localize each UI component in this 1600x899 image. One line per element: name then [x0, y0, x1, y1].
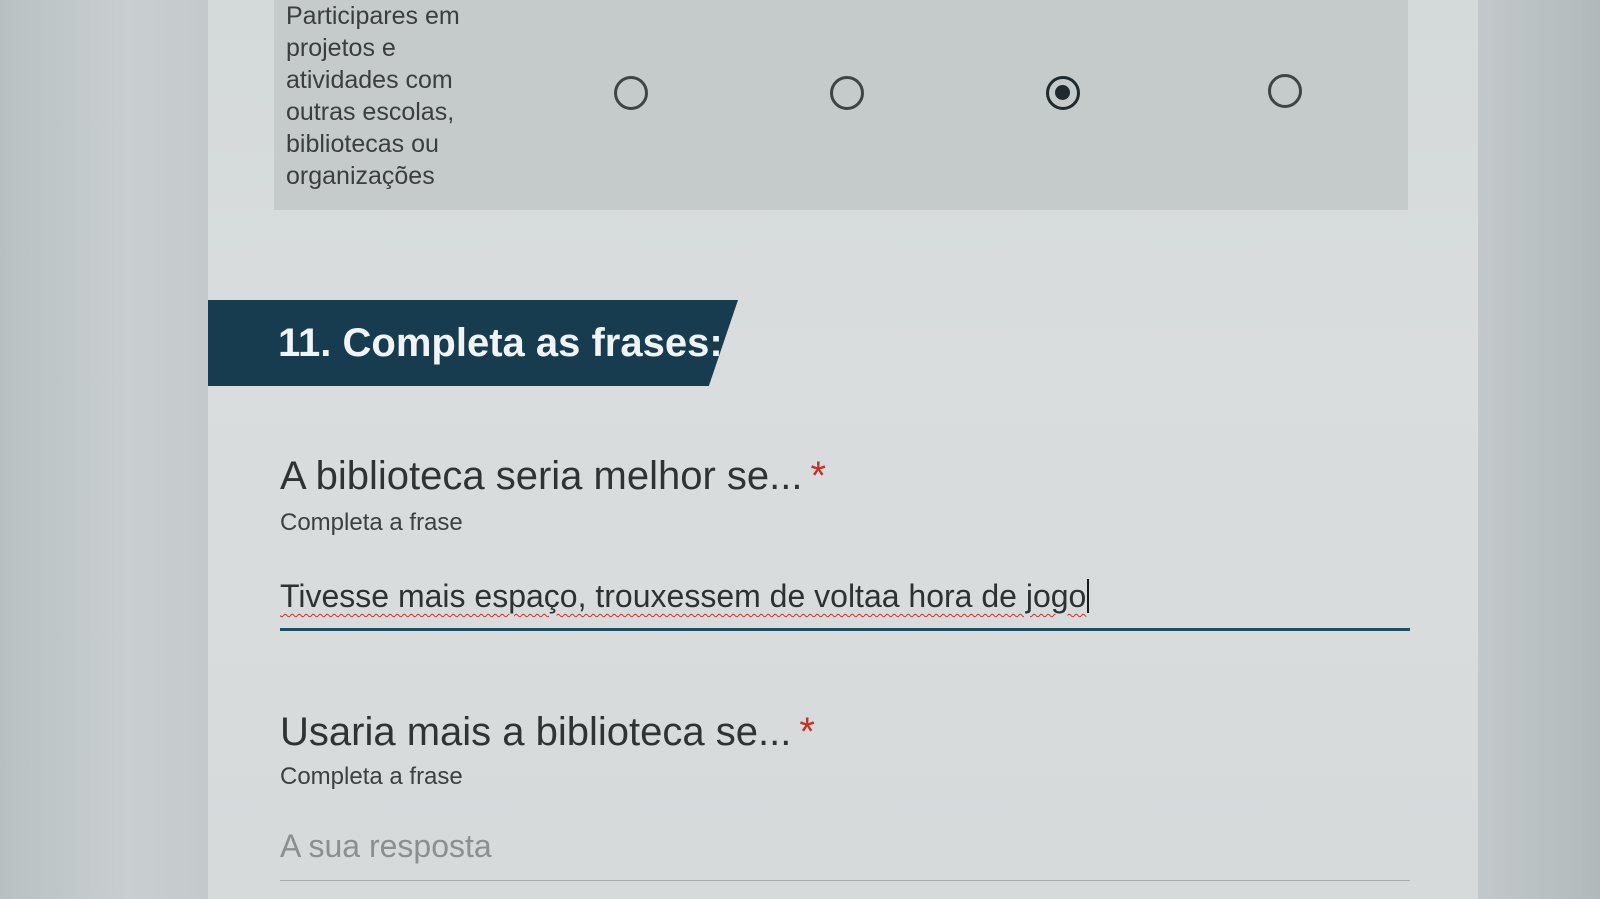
question-1-input-underline: [280, 628, 1410, 631]
question-2-title-text: Usaria mais a biblioteca se...: [280, 710, 792, 754]
question-1-help-text: Completa a frase: [280, 509, 463, 536]
question-1-answer-value: Tivesse mais espaço, trouxessem de volta…: [280, 578, 1087, 614]
grid-radio-option-1[interactable]: [614, 76, 648, 110]
grid-radio-option-2[interactable]: [830, 76, 864, 110]
grid-question-row: Participares em projetos e atividades co…: [274, 0, 1408, 210]
grid-radio-option-4[interactable]: [1268, 74, 1302, 108]
section-title: 11. Completa as frases:: [278, 321, 723, 365]
background-edge: [1478, 0, 1600, 899]
question-2-help-text: Completa a frase: [280, 763, 463, 790]
text-cursor: [1087, 579, 1090, 613]
question-1-title: A biblioteca seria melhor se... *: [280, 452, 826, 500]
grid-radio-option-3-selected[interactable]: [1046, 76, 1080, 110]
question-1-title-text: A biblioteca seria melhor se...: [280, 454, 803, 498]
form-card: Participares em projetos e atividades co…: [208, 0, 1478, 899]
required-asterisk: *: [810, 454, 827, 498]
grid-row-label: Participares em projetos e atividades co…: [286, 2, 460, 190]
question-2-title: Usaria mais a biblioteca se... *: [280, 708, 815, 756]
required-asterisk: *: [799, 710, 815, 754]
section-header: 11. Completa as frases:: [208, 300, 738, 386]
question-1-answer-input[interactable]: Tivesse mais espaço, trouxessem de volta…: [280, 576, 1412, 616]
question-2-answer-input[interactable]: A sua resposta: [280, 826, 1412, 866]
question-2-input-underline: [280, 880, 1410, 881]
